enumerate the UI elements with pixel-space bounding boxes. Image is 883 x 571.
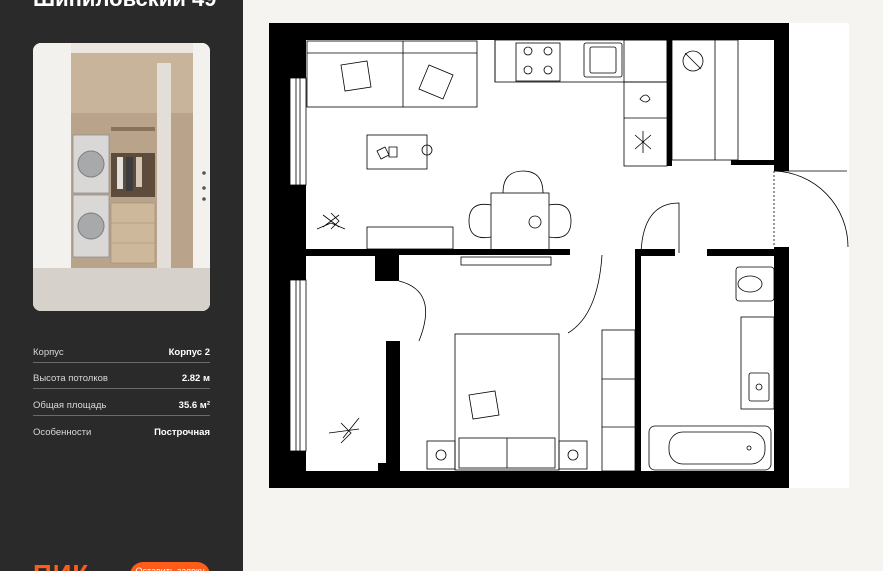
spec-value: Корпус 2 [168, 346, 210, 358]
interior-photo [33, 43, 210, 311]
pik-logo: ПИК [33, 561, 89, 571]
spec-row-ceiling-height: Высота потолков 2.82 м [33, 363, 210, 389]
spec-label: Высота потолков [33, 373, 108, 384]
spec-value: Построчная [154, 427, 210, 438]
spec-row-total-area: Общая площадь 35.6 м² [33, 389, 210, 416]
walls [269, 23, 789, 488]
spec-value: 2.82 м [181, 373, 210, 384]
sidebar: Шипиловский 49 [0, 0, 243, 571]
project-title: Шипиловский 49 [33, 0, 216, 12]
spec-row-features: Особенности Построчная [33, 416, 210, 443]
floor-plan [269, 23, 849, 488]
spec-label: Общая площадь [33, 399, 107, 411]
spec-value: 35.6 м² [178, 399, 210, 411]
spec-label: Корпус [33, 346, 64, 358]
spec-row-building: Корпус Корпус 2 [33, 336, 210, 363]
specs-list: Корпус Корпус 2 Высота потолков 2.82 м О… [33, 336, 210, 442]
request-button[interactable]: Оставить заявку [130, 562, 210, 571]
spec-label: Особенности [33, 427, 92, 438]
